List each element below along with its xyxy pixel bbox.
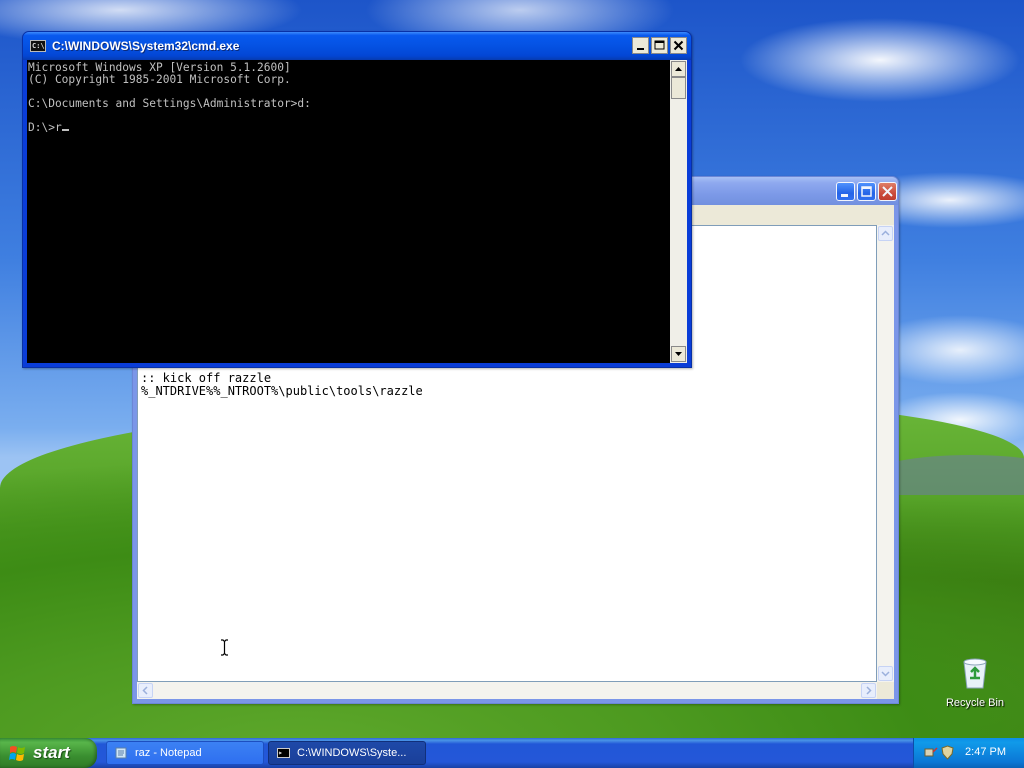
notepad-horizontal-scrollbar[interactable] xyxy=(137,682,877,699)
notepad-maximize-button[interactable] xyxy=(857,182,876,201)
console-line: (C) Copyright 1985-2001 Microsoft Corp. xyxy=(28,73,291,86)
cmd-client-area: Microsoft Windows XP [Version 5.1.2600] … xyxy=(27,60,687,363)
console-typed-input: r xyxy=(54,121,62,134)
close-icon xyxy=(882,186,893,197)
cmd-title: C:\WINDOWS\System32\cmd.exe xyxy=(52,39,240,53)
desktop: Recycle Bin :: kick off razzle %_NTDRIVE… xyxy=(0,0,1024,738)
tray-network-icon[interactable] xyxy=(924,745,939,760)
notepad-content: :: kick off razzle %_NTDRIVE%%_NTROOT%\p… xyxy=(141,371,423,398)
notepad-minimize-button[interactable] xyxy=(836,182,855,201)
cmd-minimize-button[interactable] xyxy=(632,37,649,54)
scroll-down-button[interactable] xyxy=(671,346,686,362)
taskbar-button-label: raz - Notepad xyxy=(135,747,202,759)
arrow-down-icon xyxy=(881,671,890,677)
system-tray: 2:47 PM xyxy=(913,738,1024,768)
notepad-close-button[interactable] xyxy=(878,182,897,201)
size-grip[interactable] xyxy=(877,682,894,699)
maximize-icon xyxy=(654,40,665,50)
recycle-bin-shortcut[interactable]: Recycle Bin xyxy=(940,656,1010,709)
cmd-icon xyxy=(277,748,290,758)
cmd-maximize-button[interactable] xyxy=(651,37,668,54)
scroll-up-button[interactable] xyxy=(671,61,686,77)
taskbar: start raz - Notepad C:\WINDOWS\Syste... … xyxy=(0,738,1024,768)
taskbar-button-notepad[interactable]: raz - Notepad xyxy=(106,741,264,765)
cmd-close-button[interactable] xyxy=(670,37,687,54)
arrow-right-icon xyxy=(866,686,872,695)
recycle-bin-icon xyxy=(963,658,987,689)
scroll-up-button[interactable] xyxy=(878,226,893,241)
notepad-vertical-scrollbar[interactable] xyxy=(877,225,894,682)
minimize-icon xyxy=(637,48,644,50)
scroll-right-button[interactable] xyxy=(861,683,876,698)
taskbar-button-label: C:\WINDOWS\Syste... xyxy=(297,747,407,759)
arrow-up-icon xyxy=(881,230,890,236)
arrow-down-icon xyxy=(675,352,682,356)
clock: 2:47 PM xyxy=(965,746,1006,758)
cmd-vertical-scrollbar[interactable] xyxy=(670,60,687,363)
scroll-thumb[interactable] xyxy=(671,77,686,99)
tray-security-icon[interactable] xyxy=(940,745,955,760)
console-prompt: D:\> xyxy=(28,121,55,134)
start-button[interactable]: start xyxy=(0,738,97,768)
arrow-up-icon xyxy=(675,67,682,71)
minimize-icon xyxy=(841,194,848,197)
text-cursor xyxy=(61,129,69,131)
maximize-icon xyxy=(861,186,872,197)
text-cursor-ibeam-icon xyxy=(221,639,228,656)
console-output[interactable]: Microsoft Windows XP [Version 5.1.2600] … xyxy=(27,60,670,363)
cmd-icon: C:\ xyxy=(30,40,46,52)
start-label: start xyxy=(33,743,70,762)
console-line: C:\Documents and Settings\Administrator>… xyxy=(28,97,311,110)
taskbar-button-cmd[interactable]: C:\WINDOWS\Syste... xyxy=(268,741,426,765)
windows-logo-icon xyxy=(9,746,25,761)
notepad-icon xyxy=(115,747,127,759)
scroll-left-button[interactable] xyxy=(138,683,153,698)
recycle-bin-label: Recycle Bin xyxy=(945,697,1005,709)
arrow-left-icon xyxy=(142,686,148,695)
close-icon xyxy=(673,40,684,51)
cmd-window[interactable]: C:\ C:\WINDOWS\System32\cmd.exe Microsof… xyxy=(22,31,692,368)
cmd-titlebar[interactable]: C:\ C:\WINDOWS\System32\cmd.exe xyxy=(23,32,691,60)
scroll-down-button[interactable] xyxy=(878,666,893,681)
